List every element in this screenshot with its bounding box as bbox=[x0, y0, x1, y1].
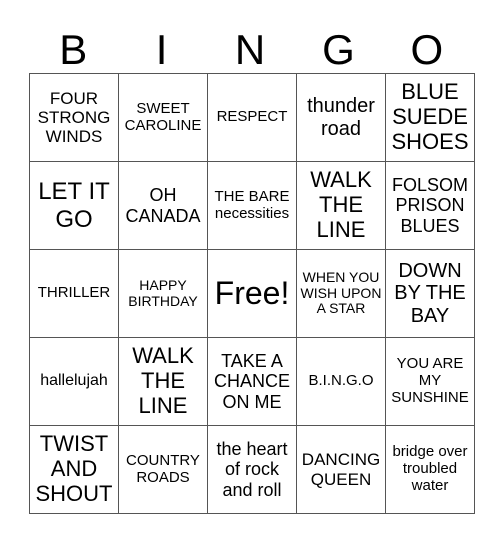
bingo-header: B I N G O bbox=[29, 28, 471, 72]
header-letter-b: B bbox=[59, 26, 88, 73]
bingo-cell[interactable]: hallelujah bbox=[29, 337, 119, 426]
bingo-cell[interactable]: bridge over troubled water bbox=[385, 425, 475, 514]
bingo-cell[interactable]: DANCING QUEEN bbox=[296, 425, 386, 514]
bingo-cell[interactable]: THE BARE necessities bbox=[207, 161, 297, 250]
board-row: TWIST AND SHOUT COUNTRY ROADS the heart … bbox=[29, 425, 475, 514]
bingo-cell[interactable]: TWIST AND SHOUT bbox=[29, 425, 119, 514]
free-space[interactable]: Free! bbox=[207, 249, 297, 338]
board-row: LET IT GO OH CANADA THE BARE necessities… bbox=[29, 161, 475, 250]
bingo-cell[interactable]: FOLSOM PRISON BLUES bbox=[385, 161, 475, 250]
bingo-cell[interactable]: B.I.N.G.O bbox=[296, 337, 386, 426]
bingo-cell[interactable]: DOWN BY THE BAY bbox=[385, 249, 475, 338]
header-letter-o: O bbox=[410, 26, 444, 73]
bingo-cell[interactable]: LET IT GO bbox=[29, 161, 119, 250]
bingo-cell[interactable]: thunder road bbox=[296, 73, 386, 162]
header-letter-i: I bbox=[155, 26, 168, 73]
bingo-cell[interactable]: WHEN YOU WISH UPON A STAR bbox=[296, 249, 386, 338]
header-letter-g: G bbox=[322, 26, 355, 73]
bingo-cell[interactable]: FOUR STRONG WINDS bbox=[29, 73, 119, 162]
bingo-cell[interactable]: BLUE SUEDE SHOES bbox=[385, 73, 475, 162]
bingo-cell[interactable]: SWEET CAROLINE bbox=[118, 73, 208, 162]
bingo-cell[interactable]: YOU ARE MY SUNSHINE bbox=[385, 337, 475, 426]
bingo-cell[interactable]: COUNTRY ROADS bbox=[118, 425, 208, 514]
bingo-cell[interactable]: THRILLER bbox=[29, 249, 119, 338]
bingo-cell[interactable]: RESPECT bbox=[207, 73, 297, 162]
bingo-cell[interactable]: the heart of rock and roll bbox=[207, 425, 297, 514]
bingo-cell[interactable]: WALK THE LINE bbox=[118, 337, 208, 426]
bingo-board: FOUR STRONG WINDS SWEET CAROLINE RESPECT… bbox=[29, 73, 475, 514]
bingo-cell[interactable]: OH CANADA bbox=[118, 161, 208, 250]
bingo-cell[interactable]: WALK THE LINE bbox=[296, 161, 386, 250]
bingo-cell[interactable]: TAKE A CHANCE ON ME bbox=[207, 337, 297, 426]
board-row: FOUR STRONG WINDS SWEET CAROLINE RESPECT… bbox=[29, 73, 475, 162]
header-letter-n: N bbox=[234, 26, 266, 73]
board-row: hallelujah WALK THE LINE TAKE A CHANCE O… bbox=[29, 337, 475, 426]
board-row: THRILLER HAPPY BIRTHDAY Free! WHEN YOU W… bbox=[29, 249, 475, 338]
bingo-cell[interactable]: HAPPY BIRTHDAY bbox=[118, 249, 208, 338]
